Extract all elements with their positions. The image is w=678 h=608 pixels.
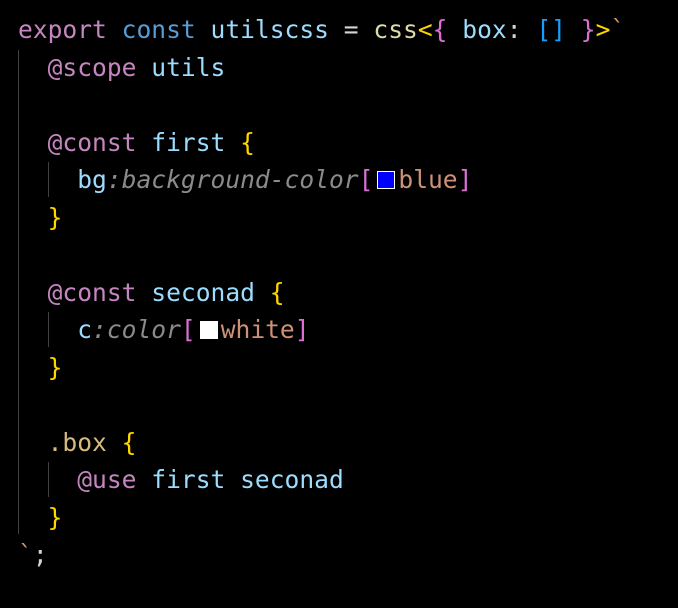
generic-open: <	[417, 15, 433, 44]
at-rule-use: @use	[77, 465, 137, 494]
at-rule-const-seconad: @const	[47, 277, 137, 307]
code-line-14: }	[18, 499, 63, 537]
object-key: box	[462, 15, 507, 44]
code-line-9: c:color[ white]	[18, 311, 310, 349]
open-brace-box: {	[121, 427, 137, 457]
code-line-8: @const seconad {	[18, 274, 285, 312]
bracket-open-c: [	[180, 315, 196, 344]
generic-close: >	[595, 15, 611, 44]
value-blue: blue	[398, 165, 458, 194]
use-arguments: first seconad	[151, 465, 344, 494]
const-name-seconad: seconad	[151, 277, 255, 307]
at-rule-scope: @scope	[47, 52, 137, 82]
color-swatch-white[interactable]	[199, 321, 218, 339]
bracket-close-c: ]	[294, 315, 310, 344]
code-line-12: .box {	[18, 424, 137, 462]
scope-name: utils	[151, 52, 226, 82]
code-editor[interactable]: export const utilscss = css<{ box: [] }>…	[0, 0, 678, 608]
open-brace-seconad: {	[269, 277, 285, 307]
keyword-const: const	[121, 15, 196, 44]
template-backtick-close: `	[18, 540, 33, 569]
open-brace-first: {	[240, 127, 255, 157]
template-backtick-open: `	[610, 15, 626, 44]
inlay-hint-background-color: :background-color	[106, 165, 359, 194]
close-brace-seconad: }	[47, 352, 63, 382]
property-c: c	[77, 315, 93, 344]
code-line-2: @scope utils	[18, 49, 226, 87]
selector-box: .box	[47, 427, 107, 457]
color-swatch-blue[interactable]	[377, 171, 396, 189]
equals-operator: =	[343, 15, 359, 44]
code-line-15: `;	[18, 536, 48, 574]
code-line-1: export const utilscss = css<{ box: [] }>…	[18, 11, 625, 49]
code-line-4: @const first {	[18, 124, 255, 162]
inlay-hint-color: :color	[92, 315, 181, 344]
variable-name: utilscss	[210, 15, 329, 44]
bracket-close-bg: ]	[457, 165, 473, 194]
key-colon: :	[506, 15, 522, 44]
function-name: css	[373, 15, 418, 44]
at-rule-const-first: @const	[47, 127, 137, 157]
close-brace-box: }	[47, 502, 63, 532]
code-line-6: }	[18, 199, 63, 237]
property-bg: bg	[77, 165, 107, 194]
object-close-brace: }	[580, 15, 596, 44]
code-line-13: @use first seconad	[18, 461, 344, 499]
object-open-brace: {	[432, 15, 448, 44]
keyword-export: export	[18, 15, 107, 44]
code-line-10: }	[18, 349, 63, 387]
semicolon: ;	[32, 540, 48, 569]
value-white: white	[220, 315, 295, 344]
close-brace-first: }	[47, 202, 63, 232]
bracket-open-bg: [	[358, 165, 374, 194]
code-line-5: bg:background-color[ blue]	[18, 161, 472, 199]
const-name-first: first	[151, 127, 226, 157]
empty-array: []	[536, 15, 566, 44]
